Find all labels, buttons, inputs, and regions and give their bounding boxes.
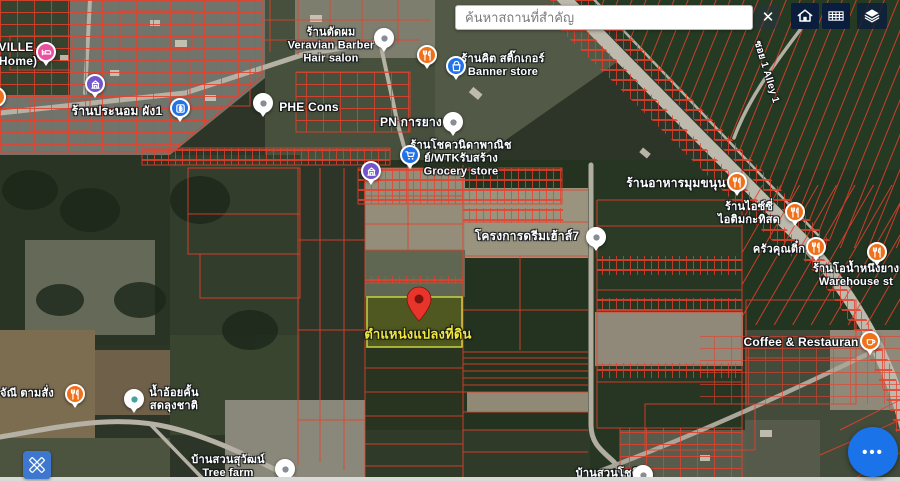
draw-tools-icon (27, 455, 47, 475)
home-icon (795, 6, 815, 26)
coffee-icon (865, 336, 876, 347)
marker-sugarcane-juice[interactable] (124, 389, 144, 415)
ellipsis-icon: ••• (862, 444, 884, 461)
building-icon (366, 166, 377, 177)
building-icon (90, 79, 101, 90)
grid-button[interactable] (822, 3, 850, 29)
dot-icon (280, 464, 291, 475)
marker-coffee-restaurant[interactable] (860, 331, 880, 357)
marker-ville-home[interactable] (36, 42, 56, 68)
restaurant-icon (422, 50, 433, 61)
marker-tamsang-food[interactable] (65, 384, 85, 410)
marker-banner-store[interactable] (446, 56, 466, 82)
marker-food-top[interactable] (417, 45, 437, 71)
dot-icon (591, 232, 602, 243)
marker-grocery-store[interactable] (400, 145, 420, 171)
restaurant-icon (872, 247, 883, 258)
marker-veravian-barber[interactable] (374, 28, 394, 54)
layers-icon (862, 6, 882, 26)
marker-pranorm-shop[interactable] (170, 98, 190, 124)
pin-icon (406, 286, 432, 322)
marker-moom-kanun[interactable] (727, 172, 747, 198)
marker-pn-karnyang[interactable] (443, 112, 463, 138)
close-icon: ✕ (762, 10, 775, 25)
map-viewport[interactable]: VILLE(Home)ร้านประนอม ผัง1ร้านตัดผมVerav… (0, 0, 900, 481)
marker-dreamhouse7[interactable] (586, 227, 606, 253)
baht-icon (175, 103, 186, 114)
dot-icon (379, 33, 390, 44)
more-options-fab[interactable]: ••• (848, 427, 898, 477)
marker-left-edge-food[interactable] (0, 87, 6, 113)
restaurant-icon (732, 177, 743, 188)
marker-icezy[interactable] (785, 202, 805, 228)
dot-icon (258, 98, 269, 109)
search-input[interactable] (455, 5, 753, 30)
shop-icon (451, 61, 462, 72)
marker-krua-khun-tik[interactable] (806, 237, 826, 263)
close-search-button[interactable]: ✕ (756, 6, 780, 29)
grid-icon (826, 6, 846, 26)
restaurant-icon (790, 207, 801, 218)
bed-icon (41, 47, 52, 58)
restaurant-icon (0, 92, 2, 103)
draw-tools-button[interactable] (23, 451, 51, 479)
parcel-pin-marker[interactable] (406, 286, 432, 327)
layers-button[interactable] (857, 3, 887, 29)
marker-phe-cons[interactable] (253, 93, 273, 119)
restaurant-icon (70, 389, 81, 400)
dot-icon (448, 117, 459, 128)
marker-right-edge-food[interactable] (867, 242, 887, 268)
cart-icon (405, 150, 416, 161)
marker-grocery-civic[interactable] (361, 161, 381, 187)
restaurant-icon (811, 242, 822, 253)
dot-icon (129, 394, 140, 405)
bottom-bar (0, 477, 900, 481)
home-button[interactable] (791, 3, 819, 29)
marker-pranorm-civic[interactable] (85, 74, 105, 100)
search-bar (455, 5, 753, 30)
